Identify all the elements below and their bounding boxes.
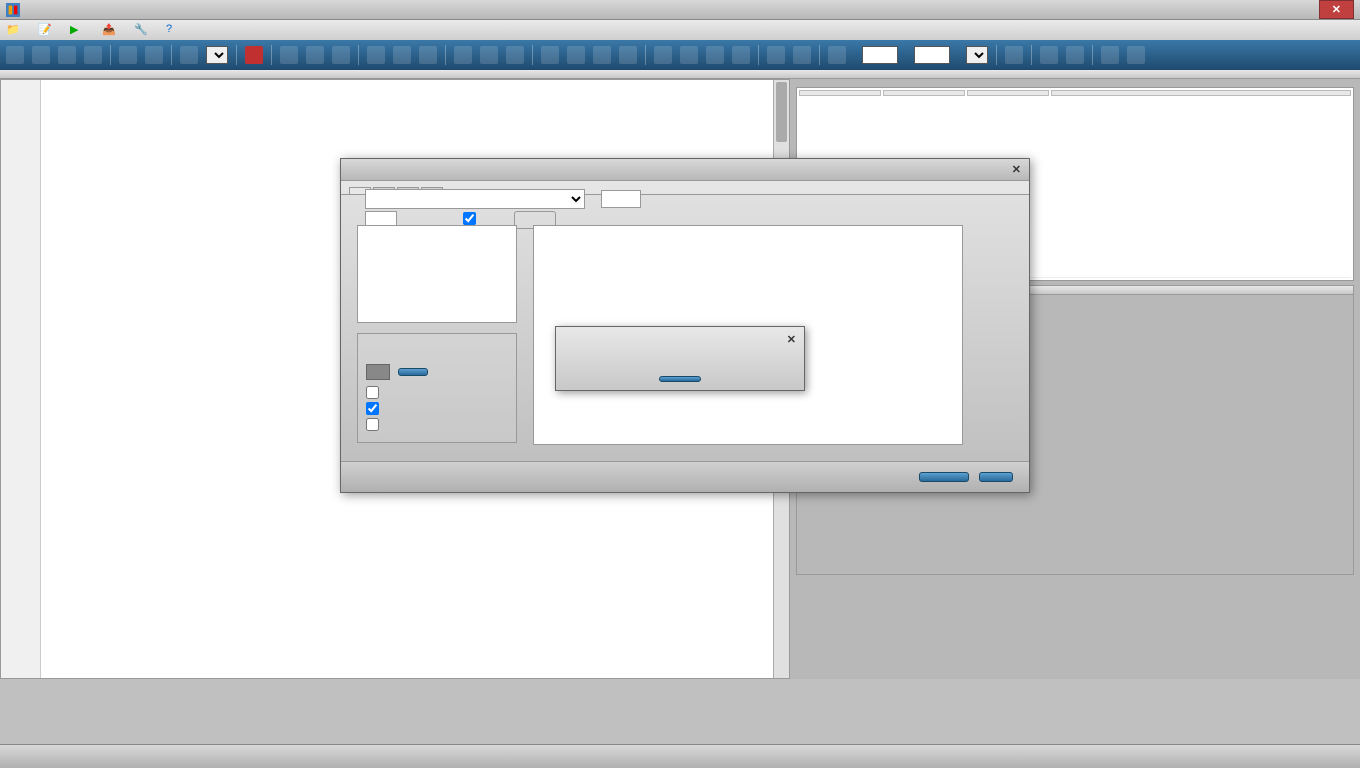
find-icon[interactable] xyxy=(506,46,524,64)
page-icon[interactable] xyxy=(119,46,137,64)
cut-icon[interactable] xyxy=(367,46,385,64)
elementos-listbox[interactable] xyxy=(357,225,517,323)
msg-ok-button[interactable] xyxy=(659,376,701,382)
exit-icon[interactable] xyxy=(1127,46,1145,64)
saveas-icon[interactable] xyxy=(84,46,102,64)
definir-button[interactable] xyxy=(398,368,428,376)
vars-header xyxy=(796,79,1354,87)
main-menubar: 📁 📝 ▶ 📤 🔧 ? xyxy=(0,20,1360,40)
tool10-icon[interactable] xyxy=(793,46,811,64)
tool6-icon[interactable] xyxy=(680,46,698,64)
app-icon xyxy=(6,3,20,17)
tool12-icon[interactable] xyxy=(1005,46,1023,64)
menu-manutencao[interactable]: 🔧 xyxy=(134,23,152,37)
tool3-icon[interactable] xyxy=(593,46,611,64)
program-header xyxy=(0,70,1360,79)
col-escopo[interactable] xyxy=(799,90,881,96)
negrito-checkbox[interactable] xyxy=(366,386,379,399)
dialog-ok-button[interactable] xyxy=(919,472,969,482)
col-valor[interactable] xyxy=(1051,90,1351,96)
col-tipo[interactable] xyxy=(967,90,1049,96)
tool9-icon[interactable] xyxy=(767,46,785,64)
speed-select[interactable] xyxy=(206,46,228,64)
calc-icon[interactable] xyxy=(1040,46,1058,64)
tool2-icon[interactable] xyxy=(567,46,585,64)
timer-icon[interactable] xyxy=(180,46,198,64)
breakpoint-icon[interactable] xyxy=(332,46,350,64)
tool8-icon[interactable] xyxy=(732,46,750,64)
user-icon[interactable] xyxy=(1101,46,1119,64)
window-close-button[interactable]: ✕ xyxy=(1319,0,1354,19)
tool4-icon[interactable] xyxy=(619,46,637,64)
open-icon[interactable] xyxy=(32,46,50,64)
italico-checkbox[interactable] xyxy=(366,402,379,415)
dialog-cancel-button[interactable] xyxy=(979,472,1013,482)
step-icon[interactable] xyxy=(306,46,324,64)
save-icon[interactable] xyxy=(58,46,76,64)
menu-exportar[interactable]: 📤 xyxy=(102,23,120,37)
redo-icon[interactable] xyxy=(480,46,498,64)
tool5-icon[interactable] xyxy=(654,46,672,64)
undo-icon[interactable] xyxy=(454,46,472,64)
sublinhado-checkbox[interactable] xyxy=(366,418,379,431)
hand-icon[interactable] xyxy=(280,46,298,64)
de-input[interactable] xyxy=(862,46,898,64)
line-gutter xyxy=(1,80,41,678)
main-toolbar xyxy=(0,40,1360,70)
stop-icon[interactable] xyxy=(245,46,263,64)
msg-close-icon[interactable]: ✕ xyxy=(787,333,796,346)
menu-run[interactable]: ▶ xyxy=(70,23,88,37)
message-dialog: ✕ xyxy=(555,326,805,391)
statusbar xyxy=(0,744,1360,768)
col-nome[interactable] xyxy=(883,90,965,96)
tool11-icon[interactable] xyxy=(828,46,846,64)
new-icon[interactable] xyxy=(6,46,24,64)
ate-input[interactable] xyxy=(914,46,950,64)
paste-icon[interactable] xyxy=(419,46,437,64)
tool1-icon[interactable] xyxy=(541,46,559,64)
print-icon[interactable] xyxy=(145,46,163,64)
tamanho-input[interactable] xyxy=(601,190,641,208)
window-titlebar: ✕ xyxy=(0,0,1360,20)
fonte-select[interactable] xyxy=(365,189,585,209)
menu-arquivo[interactable]: 📁 xyxy=(6,23,24,37)
tool7-icon[interactable] xyxy=(706,46,724,64)
menu-editar[interactable]: 📝 xyxy=(38,23,56,37)
color-swatch[interactable] xyxy=(366,364,390,380)
dialog-close-icon[interactable]: ✕ xyxy=(1012,163,1021,176)
copy-icon[interactable] xyxy=(393,46,411,64)
dec-select[interactable] xyxy=(966,46,988,64)
tool13-icon[interactable] xyxy=(1066,46,1084,64)
menu-help[interactable]: ? xyxy=(166,23,184,37)
